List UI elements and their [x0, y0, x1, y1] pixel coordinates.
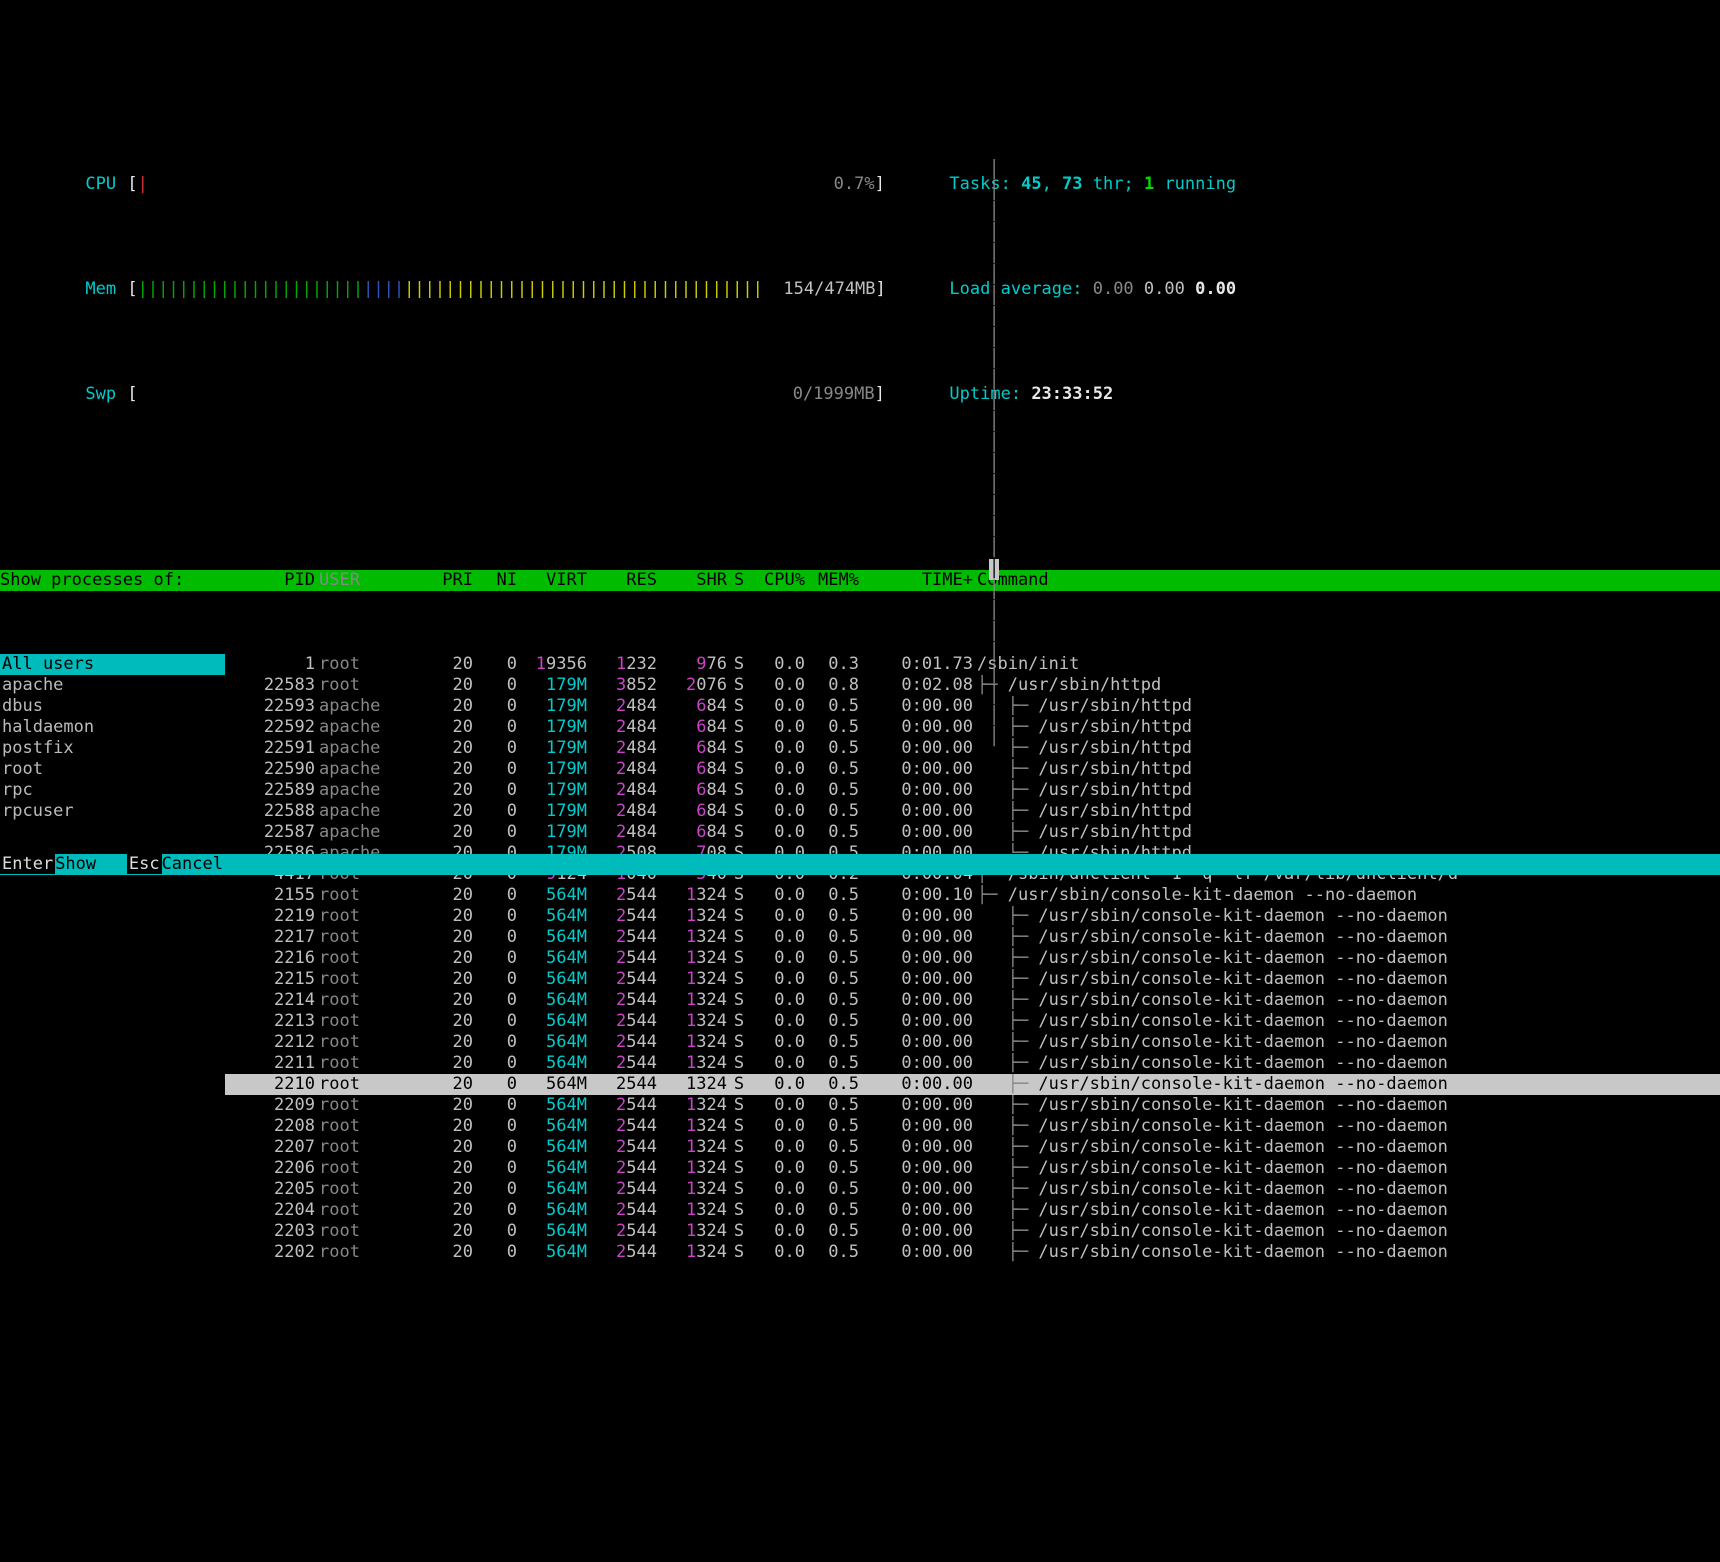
user-filter-item[interactable]: apache: [0, 675, 225, 696]
table-row[interactable]: 2205root200564M25441324S0.00.50:00.00 ├─…: [225, 1179, 1720, 1200]
col-res[interactable]: RES: [587, 570, 657, 591]
table-row[interactable]: 22593apache200179M2484684S0.00.50:00.00 …: [225, 696, 1720, 717]
key-enter[interactable]: Enter: [0, 854, 55, 874]
table-row[interactable]: 22592apache200179M2484684S0.00.50:00.00 …: [225, 717, 1720, 738]
table-row[interactable]: 22591apache200179M2484684S0.00.50:00.00 …: [225, 738, 1720, 759]
col-pid[interactable]: PID: [225, 570, 315, 591]
column-header-row: Show processes of: PID USER PRI NI VIRT …: [0, 570, 1720, 591]
col-user[interactable]: USER: [315, 570, 419, 591]
tasks-line: Tasks: 45, 73 thr; 1 running: [888, 153, 1236, 216]
cpu-meter: CPU[| 0.7%]: [24, 153, 824, 216]
user-filter-panel: All usersapachedbushaldaemonpostfixrootr…: [0, 654, 225, 1331]
table-row[interactable]: 2155root200564M25441324S0.00.50:00.10├─ …: [225, 885, 1720, 906]
mem-reading: 154/474MB: [783, 279, 875, 299]
side-header: Show processes of:: [0, 570, 225, 591]
col-cpu[interactable]: CPU%: [751, 570, 805, 591]
key-esc[interactable]: Esc: [127, 854, 162, 874]
threads-count: 73: [1062, 174, 1082, 194]
table-row[interactable]: 2208root200564M25441324S0.00.50:00.00 ├─…: [225, 1116, 1720, 1137]
table-row[interactable]: 1root200193561232976S0.00.30:01.73/sbin/…: [225, 654, 1720, 675]
table-row[interactable]: 2219root200564M25441324S0.00.50:00.00 ├─…: [225, 906, 1720, 927]
col-ni[interactable]: NI: [473, 570, 517, 591]
table-row[interactable]: 22587apache200179M2484684S0.00.50:00.00 …: [225, 822, 1720, 843]
cpu-label: CPU: [85, 174, 127, 195]
user-filter-item[interactable]: root: [0, 759, 225, 780]
table-row[interactable]: 2203root200564M25441324S0.00.50:00.00 ├─…: [225, 1221, 1720, 1242]
running-count: 1: [1144, 174, 1154, 194]
table-row[interactable]: 2210root200564M25441324S0.00.50:00.00 ├─…: [225, 1074, 1720, 1095]
col-pri[interactable]: PRI: [419, 570, 473, 591]
col-time[interactable]: TIME+: [859, 570, 973, 591]
tasks-count: 45: [1021, 174, 1041, 194]
cpu-reading: 0.7%: [834, 174, 875, 194]
action-show: Show: [55, 854, 127, 874]
col-virt[interactable]: VIRT: [517, 570, 587, 591]
table-row[interactable]: 2207root200564M25441324S0.00.50:00.00 ├─…: [225, 1137, 1720, 1158]
col-mem[interactable]: MEM%: [805, 570, 859, 591]
table-row[interactable]: 22588apache200179M2484684S0.00.50:00.00 …: [225, 801, 1720, 822]
table-row[interactable]: 22583root200179M38522076S0.00.80:02.08├─…: [225, 675, 1720, 696]
user-filter-item[interactable]: rpcuser: [0, 801, 225, 822]
mem-label: Mem: [85, 279, 127, 300]
cpu-bars: |: [138, 174, 148, 194]
swp-reading: 0/1999MB: [793, 384, 875, 404]
meters-panel: CPU[| 0.7%] Tasks: 45, 73 thr; 1 running…: [0, 105, 1720, 453]
table-row[interactable]: 2206root200564M25441324S0.00.50:00.00 ├─…: [225, 1158, 1720, 1179]
table-row[interactable]: 2211root200564M25441324S0.00.50:00.00 ├─…: [225, 1053, 1720, 1074]
table-row[interactable]: 2214root200564M25441324S0.00.50:00.00 ├─…: [225, 990, 1720, 1011]
table-row[interactable]: 2204root200564M25441324S0.00.50:00.00 ├─…: [225, 1200, 1720, 1221]
action-cancel: Cancel: [162, 854, 223, 874]
process-list[interactable]: 1root200193561232976S0.00.30:01.73/sbin/…: [225, 654, 1720, 1331]
user-filter-item[interactable]: rpc: [0, 780, 225, 801]
table-row[interactable]: 2215root200564M25441324S0.00.50:00.00 ├─…: [225, 969, 1720, 990]
table-row[interactable]: 2213root200564M25441324S0.00.50:00.00 ├─…: [225, 1011, 1720, 1032]
table-row[interactable]: 22589apache200179M2484684S0.00.50:00.00 …: [225, 780, 1720, 801]
table-row[interactable]: 2202root200564M25441324S0.00.50:00.00 ├─…: [225, 1242, 1720, 1263]
table-row[interactable]: 2212root200564M25441324S0.00.50:00.00 ├─…: [225, 1032, 1720, 1053]
mem-bars: ||||||||||||||||||||||||||||||||||||||||…: [138, 279, 763, 299]
uptime-line: Uptime: 23:33:52: [888, 363, 1113, 426]
mem-meter: Mem[||||||||||||||||||||||||||||||||||||…: [24, 258, 824, 321]
user-filter-item[interactable]: dbus: [0, 696, 225, 717]
col-shr[interactable]: SHR: [657, 570, 727, 591]
user-filter-item[interactable]: haldaemon: [0, 717, 225, 738]
table-row[interactable]: 2217root200564M25441324S0.00.50:00.00 ├─…: [225, 927, 1720, 948]
uptime-value: 23:33:52: [1031, 384, 1113, 404]
table-row[interactable]: 2209root200564M25441324S0.00.50:00.00 ├─…: [225, 1095, 1720, 1116]
load-15: 0.00: [1195, 279, 1236, 299]
table-row[interactable]: 2216root200564M25441324S0.00.50:00.00 ├─…: [225, 948, 1720, 969]
col-cmd[interactable]: Command: [973, 570, 1720, 591]
footer-bar: EnterShow EscCancel: [0, 854, 1720, 875]
swp-meter: Swp[ 0/1999MB]: [24, 363, 824, 426]
user-filter-item[interactable]: All users: [0, 654, 225, 675]
col-s[interactable]: S: [727, 570, 751, 591]
load-5: 0.00: [1144, 279, 1185, 299]
swp-label: Swp: [85, 384, 127, 405]
user-filter-item[interactable]: postfix: [0, 738, 225, 759]
load-1: 0.00: [1093, 279, 1134, 299]
load-line: Load average: 0.00 0.00 0.00: [888, 258, 1236, 321]
table-row[interactable]: 22590apache200179M2484684S0.00.50:00.00 …: [225, 759, 1720, 780]
